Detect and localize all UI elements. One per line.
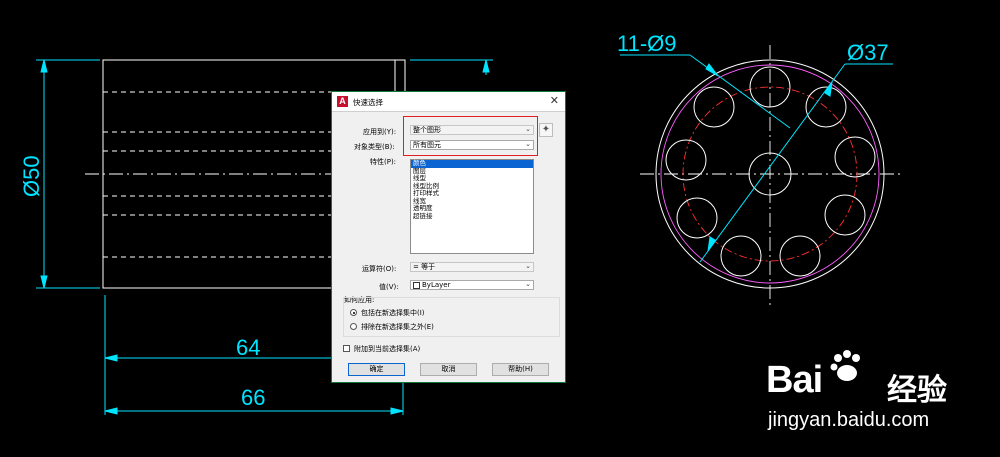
dimension-hole-leader — [620, 54, 791, 129]
autocad-app-icon: A — [337, 96, 348, 107]
list-item[interactable]: 图层 — [411, 167, 533, 176]
value-label: 值(V): — [379, 283, 399, 291]
crosshair-icon: ✦ — [541, 124, 551, 135]
append-checkbox[interactable] — [343, 345, 350, 352]
how-to-apply-group: 包括在新选择集中(I) 排除在新选择集之外(E) — [343, 297, 560, 337]
properties-label: 特性(P): — [370, 158, 397, 166]
append-label[interactable]: 附加到当前选择集(A) — [354, 344, 420, 354]
operator-select[interactable]: = 等于 ⌄ — [410, 262, 534, 272]
object-type-label: 对象类型(B): — [354, 143, 395, 151]
exclude-radio[interactable] — [350, 323, 357, 330]
value-value: ByLayer — [422, 281, 451, 289]
color-swatch-icon — [413, 281, 420, 289]
end-view — [640, 45, 900, 305]
ok-button[interactable]: 确定 — [348, 363, 405, 376]
watermark-brand-text: 经验 — [887, 373, 947, 408]
select-objects-button[interactable]: ✦ — [539, 123, 553, 137]
close-icon[interactable]: ✕ — [550, 94, 559, 107]
include-option-label[interactable]: 包括在新选择集中(I) — [361, 308, 425, 318]
exclude-option-label[interactable]: 排除在新选择集之外(E) — [361, 322, 434, 332]
include-radio[interactable] — [350, 309, 357, 316]
watermark-url: jingyan.baidu.com — [768, 409, 930, 431]
hidden-lines — [103, 91, 331, 258]
dialog-title-bar[interactable]: A 快速选择 ✕ — [332, 92, 565, 112]
dimension-width-64-label: 64 — [236, 335, 260, 360]
dimension-width-66-label: 66 — [241, 385, 265, 410]
list-item[interactable]: 超链接 — [411, 212, 533, 221]
quick-select-dialog: A 快速选择 ✕ 应用到(Y): 整个图形 ⌄ ✦ 对象类型(B): 所有图元 … — [331, 91, 566, 383]
watermark-logo-text: Bai — [766, 359, 823, 401]
value-select[interactable]: ByLayer ⌄ — [410, 280, 534, 290]
operator-value: = 等于 — [413, 263, 436, 271]
dimension-diameter-50-label: Ø50 — [19, 155, 44, 197]
highlight-box — [403, 116, 538, 156]
list-item[interactable]: 颜色 — [411, 159, 533, 168]
dimension-holes-label: 11-Ø9 — [617, 31, 677, 56]
dialog-title: 快速选择 — [353, 98, 383, 107]
operator-label: 运算符(O): — [362, 265, 397, 273]
cancel-button[interactable]: 取消 — [420, 363, 477, 376]
help-button[interactable]: 帮助(H) — [492, 363, 549, 376]
dimension-bolt-circle-label: Ø37 — [847, 40, 889, 65]
dimension-top-right — [410, 59, 493, 75]
chevron-down-icon: ⌄ — [525, 262, 531, 270]
apply-to-label: 应用到(Y): — [363, 128, 397, 136]
baidu-watermark: Bai 经验 jingyan.baidu.com — [762, 345, 992, 435]
bolt-holes — [665, 66, 876, 277]
properties-listbox[interactable]: 颜色 图层 线型 线型比例 打印样式 线宽 透明度 超链接 — [410, 159, 534, 254]
paw-icon — [830, 350, 860, 381]
chevron-down-icon: ⌄ — [525, 280, 531, 288]
list-item[interactable]: 打印样式 — [411, 189, 533, 198]
